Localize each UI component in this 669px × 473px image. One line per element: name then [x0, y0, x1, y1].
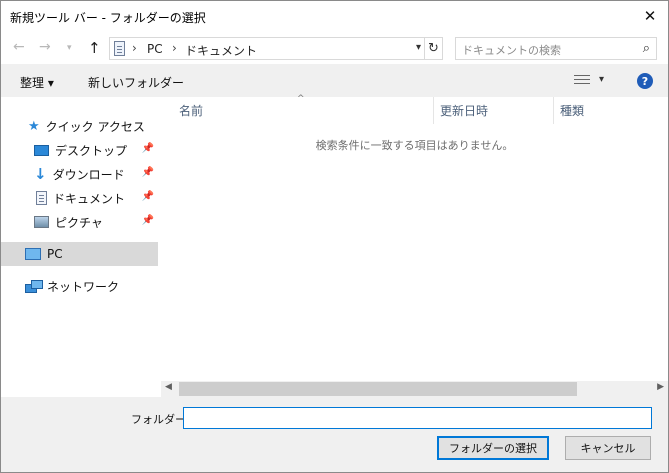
close-button[interactable]: ✕: [636, 3, 664, 29]
navigation-pane: ★ クイック アクセス デスクトップ 📌 ↓ ダウンロード 📌 ドキュメント 📌…: [1, 97, 159, 397]
pin-icon[interactable]: 📌: [142, 215, 154, 226]
pin-icon[interactable]: 📌: [142, 191, 154, 202]
cancel-button[interactable]: キャンセル: [565, 436, 651, 460]
column-header-label: 種類: [560, 104, 585, 118]
sidebar-item-label: デスクトップ: [55, 143, 128, 158]
star-icon: ★: [28, 118, 40, 134]
download-icon: ↓: [34, 165, 47, 183]
column-header-label: 名前: [179, 104, 204, 118]
search-placeholder: ドキュメントの検索: [462, 44, 561, 57]
folder-name-input[interactable]: [183, 407, 652, 429]
sidebar-item-label: ドキュメント: [53, 191, 126, 206]
column-header-type[interactable]: 種類: [560, 97, 584, 124]
sidebar-item-label: ネットワーク: [47, 279, 120, 294]
column-header-name[interactable]: 名前: [179, 97, 203, 124]
column-header-label: 更新日時: [440, 104, 489, 118]
view-dropdown-icon[interactable]: ▾: [599, 74, 604, 85]
breadcrumb-pc[interactable]: PC: [147, 42, 163, 56]
empty-results-message: 検索条件に一致する項目はありません。: [315, 139, 514, 152]
new-folder-button[interactable]: 新しいフォルダー: [88, 74, 184, 91]
view-options-icon[interactable]: [574, 74, 590, 86]
sidebar-item-quick-access[interactable]: ★ クイック アクセス: [1, 114, 158, 138]
address-dropdown-icon[interactable]: ▾: [416, 42, 421, 53]
title-bar: 新規ツール バー - フォルダーの選択 ✕: [1, 1, 668, 32]
scroll-right-icon[interactable]: ▶: [657, 382, 664, 392]
sidebar-item-label: PC: [47, 247, 63, 261]
refresh-button[interactable]: ↻: [424, 38, 442, 59]
organize-menu-button[interactable]: 整理 ▾: [20, 74, 54, 91]
sidebar-item-label: ピクチャ: [55, 215, 103, 230]
up-arrow-icon[interactable]: ↑: [88, 39, 101, 57]
forward-arrow-icon[interactable]: →: [39, 39, 51, 55]
recent-locations-chevron-icon[interactable]: ▾: [67, 43, 72, 53]
sidebar-item-downloads[interactable]: ↓ ダウンロード 📌: [1, 162, 158, 186]
sidebar-item-documents[interactable]: ドキュメント 📌: [1, 186, 158, 210]
folder-picker-dialog: 新規ツール バー - フォルダーの選択 ✕ ← → ▾ ↑ › PC › ドキュ…: [0, 0, 669, 473]
search-box[interactable]: ドキュメントの検索 ⌕: [455, 37, 657, 60]
sidebar-item-network[interactable]: ネットワーク: [1, 274, 158, 298]
desktop-icon: [34, 144, 49, 156]
help-icon[interactable]: ?: [637, 73, 653, 89]
search-icon[interactable]: ⌕: [643, 41, 650, 56]
network-icon: [25, 279, 43, 293]
computer-icon: [25, 248, 41, 260]
sidebar-item-label: ダウンロード: [52, 167, 125, 182]
horizontal-scrollbar[interactable]: ◀ ▶: [161, 381, 668, 397]
sidebar-item-desktop[interactable]: デスクトップ 📌: [1, 138, 158, 162]
column-divider[interactable]: [553, 97, 554, 124]
pin-icon[interactable]: 📌: [142, 143, 154, 154]
back-arrow-icon[interactable]: ←: [13, 39, 25, 55]
close-icon: ✕: [643, 7, 657, 25]
sidebar-item-pc[interactable]: PC: [1, 242, 158, 266]
folder-field-label: フォルダー:: [131, 413, 190, 426]
command-bar: 整理 ▾ 新しいフォルダー ▾ ?: [1, 64, 668, 97]
navigation-bar: ← → ▾ ↑ › PC › ドキュメント ▾ ↻ ドキュメントの検索 ⌕: [1, 32, 668, 64]
select-folder-button[interactable]: フォルダーの選択: [437, 436, 549, 460]
pin-icon[interactable]: 📌: [142, 167, 154, 178]
breadcrumb-separator-icon[interactable]: ›: [172, 41, 177, 55]
scroll-left-icon[interactable]: ◀: [165, 382, 172, 392]
breadcrumb-documents[interactable]: ドキュメント: [185, 42, 257, 59]
breadcrumb-separator-icon[interactable]: ›: [132, 41, 137, 55]
column-divider[interactable]: [433, 97, 434, 124]
window-title: 新規ツール バー - フォルダーの選択: [10, 11, 206, 25]
scrollbar-thumb[interactable]: [179, 382, 577, 396]
document-icon: [36, 191, 47, 205]
column-header-modified[interactable]: 更新日時: [440, 97, 488, 124]
file-list: ^ 名前 更新日時 種類 検索条件に一致する項目はありません。: [161, 94, 668, 397]
address-bar[interactable]: › PC › ドキュメント ▾ ↻: [109, 37, 443, 60]
document-folder-icon: [114, 41, 125, 56]
sidebar-item-pictures[interactable]: ピクチャ 📌: [1, 210, 158, 234]
dialog-footer: フォルダー: フォルダーの選択 キャンセル: [1, 397, 668, 472]
pictures-icon: [34, 216, 49, 228]
sort-ascending-icon: ^: [297, 94, 305, 104]
sidebar-item-label: クイック アクセス: [45, 119, 145, 134]
